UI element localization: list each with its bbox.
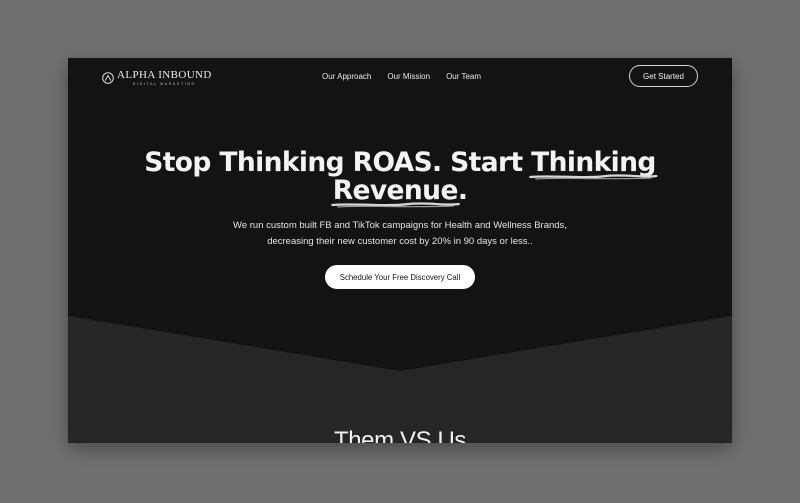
scribble-underline-icon	[529, 174, 658, 180]
alpha-mountain-icon	[102, 72, 114, 84]
nav-link-our-mission[interactable]: Our Mission	[387, 72, 430, 81]
logo-wordmark: ALPHA INBOUND DIGITAL MARKETING	[117, 68, 212, 87]
hero-subtitle: We run custom built FB and TikTok campai…	[68, 218, 732, 250]
hero-headline: Stop Thinking ROAS. Start Thinking Revenu…	[68, 147, 732, 208]
headline-highlight-thinking: Thinking	[529, 149, 658, 180]
brand-tagline: DIGITAL MARKETING	[132, 81, 196, 86]
hero-subtitle-line: We run custom built FB and TikTok campai…	[233, 220, 567, 231]
hero-subtitle-line: decreasing their new customer cost by 20…	[267, 236, 533, 247]
scribble-underline-icon	[330, 202, 460, 208]
nav-link-our-team[interactable]: Our Team	[446, 72, 481, 81]
headline-highlight-revenue: Revenue	[330, 177, 460, 208]
main-nav: Our Approach Our Mission Our Team	[322, 72, 497, 81]
schedule-discovery-call-button[interactable]: Schedule Your Free Discovery Call	[325, 265, 475, 289]
brand-logo[interactable]: ALPHA INBOUND DIGITAL MARKETING	[102, 69, 212, 87]
headline-text: Stop Thinking ROAS. Start	[144, 147, 532, 178]
nav-link-our-approach[interactable]: Our Approach	[322, 72, 371, 81]
section-divider-shape	[68, 316, 732, 443]
brand-name: ALPHA INBOUND	[117, 68, 212, 81]
browser-page: ALPHA INBOUND DIGITAL MARKETING Our Appr…	[68, 58, 732, 443]
get-started-button[interactable]: Get Started	[629, 65, 698, 87]
them-vs-us-heading: Them VS Us	[333, 427, 467, 443]
